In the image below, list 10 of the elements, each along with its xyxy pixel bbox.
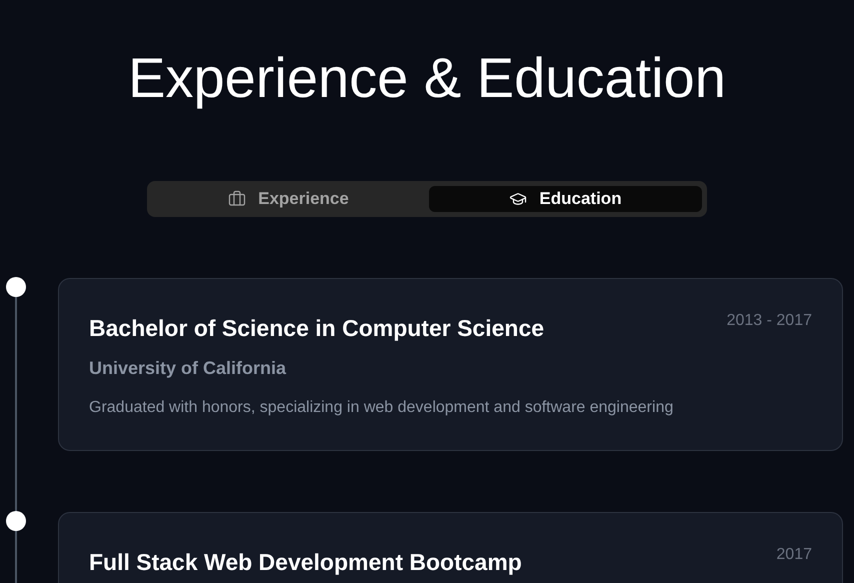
tab[interactable]: Experience	[152, 186, 425, 212]
description: Graduated with honors, specializing in web development and software engineering	[89, 398, 674, 418]
page-title: Experience & Education	[128, 45, 726, 111]
briefcase-icon	[228, 190, 246, 208]
degree-title: Full Stack Web Development Bootcamp	[89, 548, 522, 576]
tab[interactable]: Education	[429, 186, 702, 212]
date-range: 2017	[776, 544, 812, 564]
school-name: University of California	[89, 356, 288, 380]
degree-title: Bachelor of Science in Computer Science	[89, 314, 546, 342]
date-range: 2013 - 2017	[726, 310, 812, 330]
